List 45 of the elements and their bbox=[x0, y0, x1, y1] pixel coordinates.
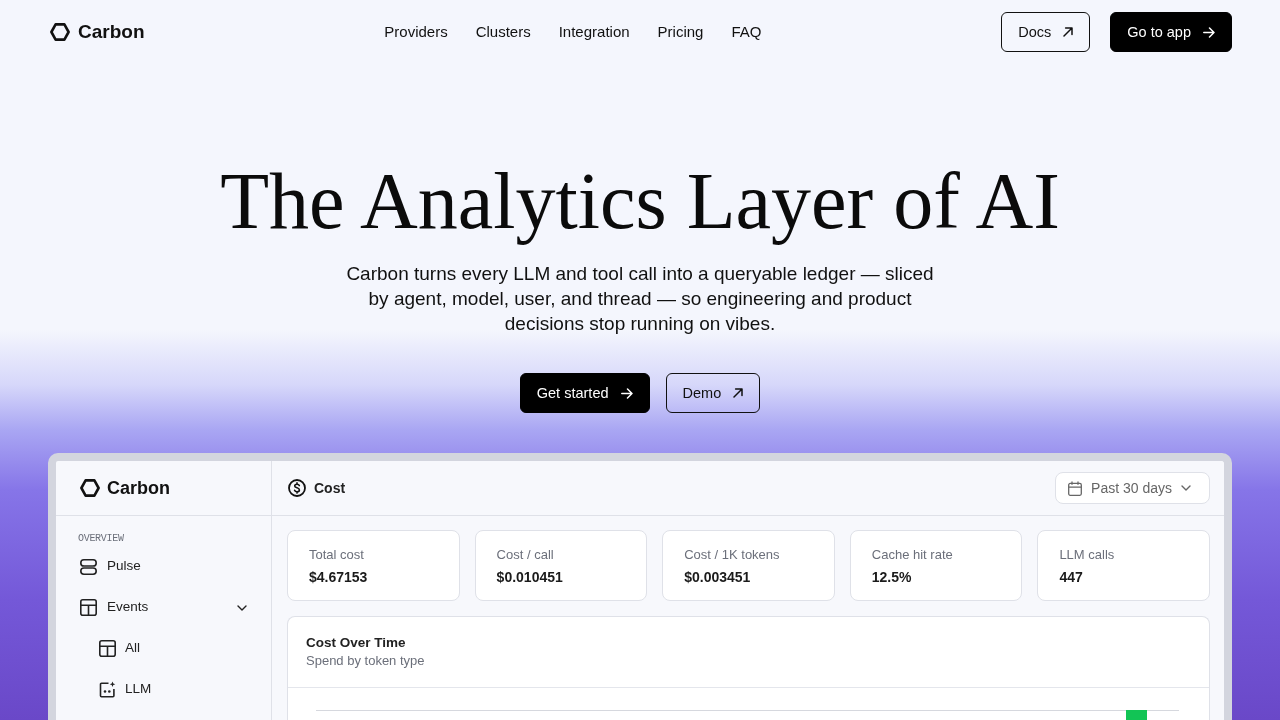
docs-button[interactable]: Docs bbox=[1001, 12, 1091, 52]
stat-value: 447 bbox=[1059, 568, 1084, 586]
section-label: OVERVIEW bbox=[77, 532, 125, 546]
arrow-up-right-icon bbox=[1063, 27, 1074, 37]
stat-label: Total cost bbox=[309, 546, 365, 563]
demo-button[interactable]: Demo bbox=[665, 373, 761, 413]
stat-label: Cost / call bbox=[496, 546, 555, 563]
stat-value: $4.67153 bbox=[309, 568, 369, 586]
nav-link[interactable]: Integration bbox=[558, 20, 630, 44]
dollar-circle-icon bbox=[288, 479, 306, 497]
hero-title: The Analytics Layer of AI bbox=[219, 157, 1061, 245]
nav-link[interactable]: Pricing bbox=[657, 20, 704, 44]
arrow-right-icon bbox=[620, 387, 633, 399]
arrow-right-icon bbox=[1203, 26, 1215, 38]
stat-value: $0.010451 bbox=[496, 568, 564, 586]
stat-label: LLM calls bbox=[1059, 546, 1116, 563]
stacked-rows-icon bbox=[80, 558, 97, 575]
table-icon bbox=[99, 640, 116, 657]
app-brand-name: Carbon bbox=[107, 476, 170, 500]
chart-subtitle: Spend by token type bbox=[306, 652, 426, 670]
hexagon-logo-icon bbox=[80, 479, 100, 497]
stat-label: Cost / 1K tokens bbox=[684, 546, 781, 563]
sidebar-item[interactable]: Pulse bbox=[56, 546, 271, 587]
sidebar-subitem[interactable]: All bbox=[56, 628, 271, 669]
go-to-app-button[interactable]: Go to app bbox=[1110, 12, 1232, 52]
stat-value: 12.5% bbox=[871, 568, 913, 586]
page-title: Cost bbox=[314, 478, 346, 498]
brand-link[interactable]: Carbon bbox=[50, 17, 145, 47]
stat-label: Cache hit rate bbox=[871, 546, 954, 563]
chart-title: Cost Over Time bbox=[306, 634, 407, 652]
sidebar-item[interactable]: Events bbox=[56, 587, 271, 628]
nav-link[interactable]: Clusters bbox=[475, 20, 531, 44]
nav-link[interactable]: FAQ bbox=[731, 20, 762, 44]
date-range-dropdown[interactable]: Past 30 days bbox=[1055, 472, 1210, 504]
get-started-button[interactable]: Get started bbox=[519, 373, 650, 413]
sidebar-subitem[interactable]: LLM bbox=[56, 669, 271, 710]
calendar-icon bbox=[1068, 480, 1083, 496]
nav-link[interactable]: Providers bbox=[384, 20, 448, 44]
table-icon bbox=[80, 599, 97, 616]
arrow-up-right-icon bbox=[733, 388, 744, 398]
sparkle-square-icon bbox=[99, 681, 116, 698]
hexagon-logo-icon bbox=[50, 23, 70, 41]
stat-value: $0.003451 bbox=[684, 568, 752, 586]
hero-subtitle: Carbon turns every LLM and tool call into a queryable ledger — sliced by agent, model, user, and thread — so engineering and product decisions stop running on vibes. bbox=[345, 262, 935, 336]
chevron-down-icon bbox=[1181, 485, 1191, 491]
